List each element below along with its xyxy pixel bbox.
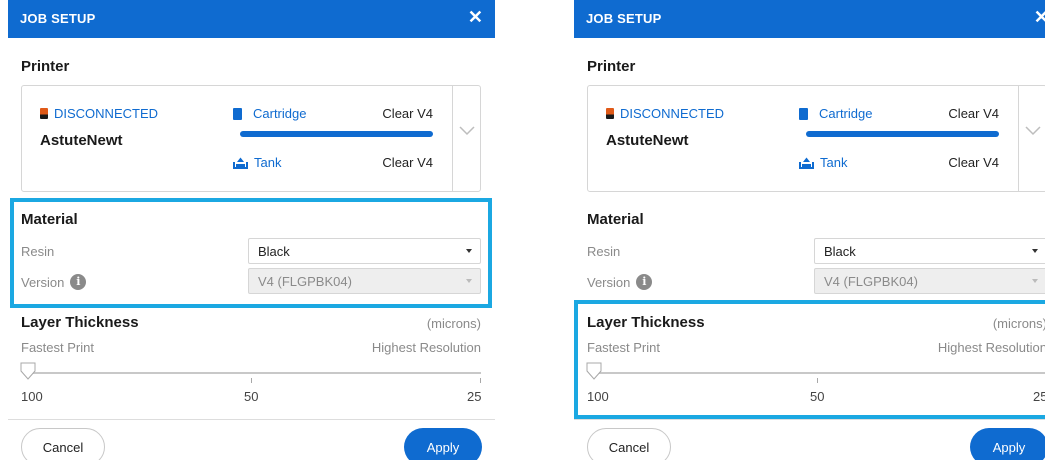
resin-select[interactable]: Black [248, 238, 481, 264]
footer-divider [574, 419, 1045, 420]
resin-select-value: Black [258, 244, 290, 259]
cancel-button[interactable]: Cancel [21, 428, 105, 460]
chevron-down-icon[interactable] [1025, 126, 1041, 136]
version-label-text: Version [587, 274, 631, 290]
caret-down-icon [466, 279, 472, 283]
tick-label-100: 100 [21, 389, 43, 404]
job-setup-panel-left: JOB SETUP ✕ Printer DISCONNECTED AstuteN… [8, 0, 495, 460]
dialog-titlebar: JOB SETUP ✕ [8, 0, 495, 38]
fastest-print-label: Fastest Print [21, 340, 94, 355]
slider-tick [817, 378, 818, 383]
caret-down-icon [1032, 279, 1038, 283]
dialog-titlebar: JOB SETUP ✕ [574, 0, 1045, 38]
highest-resolution-label: Highest Resolution [937, 340, 1045, 355]
apply-button[interactable]: Apply [404, 428, 482, 460]
printer-card[interactable]: DISCONNECTED AstuteNewt Cartridge Clear … [587, 85, 1045, 192]
version-label: Version i [587, 274, 653, 290]
resin-label: Resin [21, 244, 55, 259]
material-heading: Material [587, 211, 644, 228]
layer-thickness-heading: Layer Thickness [587, 314, 705, 331]
layer-thickness-heading: Layer Thickness [21, 314, 139, 331]
job-setup-dialog: JOB SETUP ✕ Printer DISCONNECTED AstuteN… [574, 0, 1045, 460]
job-setup-dialog: JOB SETUP ✕ Printer DISCONNECTED AstuteN… [8, 0, 495, 460]
tick-label-50: 50 [244, 389, 259, 404]
dialog-title: JOB SETUP [586, 11, 662, 26]
cartridge-value: Clear V4 [948, 106, 999, 121]
cartridge-level-bar [806, 131, 999, 137]
tank-icon [233, 157, 248, 169]
highest-resolution-label: Highest Resolution [371, 340, 481, 355]
close-icon[interactable]: ✕ [468, 8, 483, 26]
card-divider [1018, 86, 1019, 191]
version-label-text: Version [21, 274, 65, 290]
card-divider [452, 86, 453, 191]
cartridge-icon [799, 107, 808, 120]
printer-status-icon [606, 108, 614, 119]
tank-label: Tank [799, 155, 847, 170]
layer-thickness-slider[interactable] [26, 372, 481, 374]
version-select: V4 (FLGPBK04) [814, 268, 1045, 294]
printer-status: DISCONNECTED [40, 106, 158, 121]
printer-status-icon [40, 108, 48, 119]
apply-button[interactable]: Apply [970, 428, 1045, 460]
cartridge-label: Cartridge [799, 106, 872, 121]
printer-status-text: DISCONNECTED [620, 106, 725, 121]
slider-tick [480, 378, 481, 383]
cartridge-label-text: Cartridge [253, 106, 307, 121]
cartridge-label: Cartridge [233, 106, 306, 121]
tank-label: Tank [233, 155, 281, 170]
version-select: V4 (FLGPBK04) [248, 268, 481, 294]
slider-tick [251, 378, 252, 383]
version-select-value: V4 (FLGPBK04) [824, 274, 918, 289]
cartridge-icon [233, 107, 242, 120]
printer-status: DISCONNECTED [606, 106, 724, 121]
resin-select[interactable]: Black [814, 238, 1045, 264]
layer-units: (microns) [426, 316, 481, 331]
printer-name: AstuteNewt [606, 132, 689, 149]
close-icon[interactable]: ✕ [1034, 8, 1045, 26]
resin-select-value: Black [824, 244, 856, 259]
dialog-title: JOB SETUP [20, 11, 96, 26]
tank-value: Clear V4 [948, 155, 999, 170]
chevron-down-icon[interactable] [459, 126, 475, 136]
layer-thickness-slider[interactable] [592, 372, 1045, 374]
tank-value: Clear V4 [382, 155, 433, 170]
cartridge-label-text: Cartridge [819, 106, 873, 121]
tick-label-100: 100 [587, 389, 609, 404]
caret-down-icon [466, 249, 472, 253]
cancel-button[interactable]: Cancel [587, 428, 671, 460]
tick-label-25: 25 [1033, 389, 1045, 404]
layer-units: (microns) [992, 316, 1045, 331]
fastest-print-label: Fastest Print [587, 340, 660, 355]
tick-label-25: 25 [467, 389, 482, 404]
printer-status-text: DISCONNECTED [54, 106, 159, 121]
printer-card[interactable]: DISCONNECTED AstuteNewt Cartridge Clear … [21, 85, 481, 192]
tick-label-50: 50 [810, 389, 825, 404]
printer-heading: Printer [587, 58, 636, 75]
info-icon[interactable]: i [636, 274, 653, 290]
printer-heading: Printer [21, 58, 70, 75]
job-setup-panel-right: JOB SETUP ✕ Printer DISCONNECTED AstuteN… [574, 0, 1045, 460]
printer-name: AstuteNewt [40, 132, 123, 149]
cartridge-value: Clear V4 [382, 106, 433, 121]
info-icon[interactable]: i [70, 274, 87, 290]
footer-divider [8, 419, 495, 420]
slider-thumb-icon[interactable] [20, 362, 36, 382]
caret-down-icon [1032, 249, 1038, 253]
tank-label-text: Tank [820, 155, 848, 170]
slider-thumb-icon[interactable] [586, 362, 602, 382]
version-select-value: V4 (FLGPBK04) [258, 274, 352, 289]
tank-label-text: Tank [254, 155, 282, 170]
material-heading: Material [21, 211, 78, 228]
cartridge-level-bar [240, 131, 433, 137]
version-label: Version i [21, 274, 87, 290]
resin-label: Resin [587, 244, 621, 259]
tank-icon [799, 157, 814, 169]
